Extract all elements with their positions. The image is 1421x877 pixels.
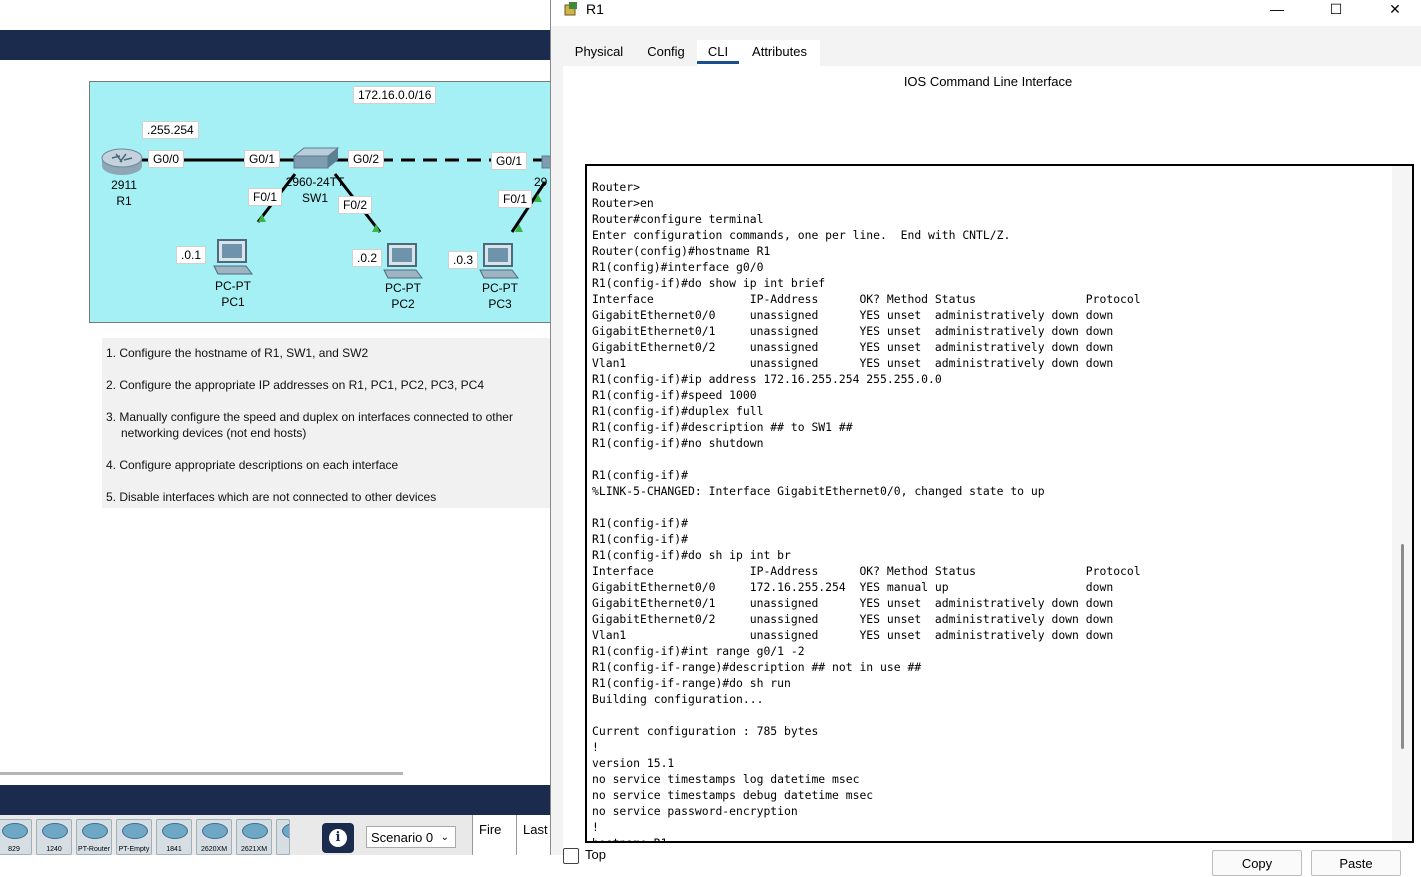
- minimize-button[interactable]: —: [1254, 0, 1300, 20]
- pc-icon: [383, 243, 423, 279]
- router-icon: [2, 823, 28, 839]
- pc-pc3[interactable]: [478, 242, 520, 282]
- sw1-name: SW1: [301, 191, 328, 205]
- task-list: 1. Configure the hostname of R1, SW1, an…: [102, 338, 562, 508]
- task-item: 1. Configure the hostname of R1, SW1, an…: [106, 346, 369, 360]
- window-title: R1: [586, 1, 604, 17]
- pc1-ip-label: .0.1: [176, 246, 207, 264]
- workspace-scrollbar[interactable]: [0, 772, 403, 775]
- device-tray: 829 1240 PT-Router PT-Empty 1841 2620XM …: [0, 815, 552, 855]
- tab-attributes[interactable]: Attributes: [739, 40, 820, 66]
- tray-device-label: 829: [8, 846, 20, 853]
- pc1-name: PC1: [221, 295, 245, 309]
- router-icon: [202, 823, 228, 839]
- tray-device-label: 2621XM: [240, 846, 268, 853]
- task-item: 3. Manually configure the speed and dupl…: [106, 410, 513, 424]
- tab-physical[interactable]: Physical: [563, 40, 635, 66]
- pc-pc2[interactable]: [382, 242, 424, 282]
- tab-config[interactable]: Config: [635, 40, 697, 66]
- tray-device[interactable]: PT-Empty: [116, 819, 152, 855]
- maximize-button[interactable]: ☐: [1313, 0, 1359, 20]
- pc3-name: PC3: [488, 297, 512, 311]
- tray-device-label: 1240: [46, 846, 62, 853]
- cli-scrollbar[interactable]: [1392, 166, 1412, 841]
- app-icon: [564, 2, 577, 16]
- tray-device[interactable]: 2: [276, 819, 290, 855]
- window-titlebar[interactable]: R1 — ☐ ✕: [551, 0, 1421, 26]
- tray-device-label: 2: [277, 846, 289, 853]
- pc1-model: PC-PT: [215, 279, 251, 293]
- switch-sw1[interactable]: [290, 146, 340, 170]
- port-label-sw1-g01: G0/1: [244, 150, 281, 168]
- tray-device[interactable]: 829: [0, 819, 32, 855]
- r1-name: R1: [116, 194, 132, 208]
- port-label-r1-g00: G0/0: [148, 150, 185, 168]
- tray-device-label: PT-Router: [78, 846, 110, 853]
- tray-device-label: 2620XM: [200, 846, 228, 853]
- pdu-header-fire: Fire: [472, 815, 516, 855]
- cli-scrollbar-thumb[interactable]: [1401, 544, 1404, 749]
- switch-icon: [292, 147, 340, 169]
- pc-icon: [213, 239, 253, 275]
- port-label-sw1-f01: F0/1: [248, 188, 283, 206]
- topology-canvas[interactable]: 172.16.0.0/16 .255.254 G0/0 G0/1 G0/2 G0…: [89, 81, 571, 323]
- active-tab-indicator: [697, 61, 739, 64]
- pc3-ip-label: .0.3: [448, 251, 479, 269]
- tray-device[interactable]: 1240: [36, 819, 72, 855]
- pc2-model: PC-PT: [385, 281, 421, 295]
- device-window-r1: R1 — ☐ ✕ Physical Config CLI Attributes …: [550, 0, 1421, 876]
- cli-panel: IOS Command Line Interface Router> Route…: [563, 66, 1421, 876]
- r1-ip-label: .255.254: [142, 121, 199, 139]
- tray-device[interactable]: 2620XM: [196, 819, 232, 855]
- pc-pc1[interactable]: [212, 238, 254, 278]
- cli-output[interactable]: Router> Router>en Router#configure termi…: [592, 179, 1141, 841]
- pc-icon: [479, 243, 519, 279]
- port-label-sw1-g02: G0/2: [348, 150, 385, 168]
- task-item: 5. Disable interfaces which are not conn…: [106, 490, 437, 504]
- workspace-bottom-bar: [0, 785, 552, 815]
- top-checkbox[interactable]: [563, 848, 579, 864]
- tray-device-label: PT-Empty: [118, 846, 150, 853]
- r1-model: 2911: [111, 178, 137, 192]
- scenario-select[interactable]: Scenario 0 ⌄: [366, 826, 456, 848]
- tray-device[interactable]: 2621XM: [236, 819, 272, 855]
- paste-button[interactable]: Paste: [1311, 850, 1401, 876]
- chevron-down-icon: ⌄: [440, 832, 449, 843]
- router-icon: [82, 823, 108, 839]
- cli-terminal[interactable]: Router> Router>en Router#configure termi…: [585, 164, 1414, 843]
- router-icon: [162, 823, 188, 839]
- pc2-name: PC2: [391, 297, 415, 311]
- sw2-model-partial: 29: [534, 175, 548, 189]
- close-button[interactable]: ✕: [1372, 0, 1418, 20]
- port-label-sw2-g01: G0/1: [491, 152, 528, 170]
- router-icon: [42, 823, 68, 839]
- workspace-top-bar: [0, 30, 552, 60]
- tray-device-label: 1841: [166, 846, 182, 853]
- info-icon: i: [329, 829, 347, 847]
- router-icon: [282, 823, 289, 839]
- pc3-model: PC-PT: [482, 281, 518, 295]
- network-label: 172.16.0.0/16: [353, 86, 437, 104]
- router-r1[interactable]: [100, 146, 144, 176]
- tray-device[interactable]: 1841: [156, 819, 192, 855]
- task-item: 2. Configure the appropriate IP addresse…: [106, 378, 484, 392]
- info-button[interactable]: i: [322, 823, 354, 853]
- pc2-ip-label: .0.2: [352, 249, 383, 267]
- task-item: 4. Configure appropriate descriptions on…: [106, 458, 399, 472]
- copy-button[interactable]: Copy: [1212, 850, 1302, 876]
- scenario-value: Scenario 0: [371, 830, 434, 845]
- router-icon: [101, 148, 143, 175]
- panel-title: IOS Command Line Interface: [903, 74, 1073, 89]
- router-icon: [122, 823, 148, 839]
- sw1-model: 2960-24TT: [285, 175, 345, 189]
- router-icon: [242, 823, 268, 839]
- port-label-sw2-f01: F0/1: [498, 190, 533, 208]
- task-item-continued: networking devices (not end hosts): [121, 426, 307, 440]
- tray-device[interactable]: PT-Router: [76, 819, 112, 855]
